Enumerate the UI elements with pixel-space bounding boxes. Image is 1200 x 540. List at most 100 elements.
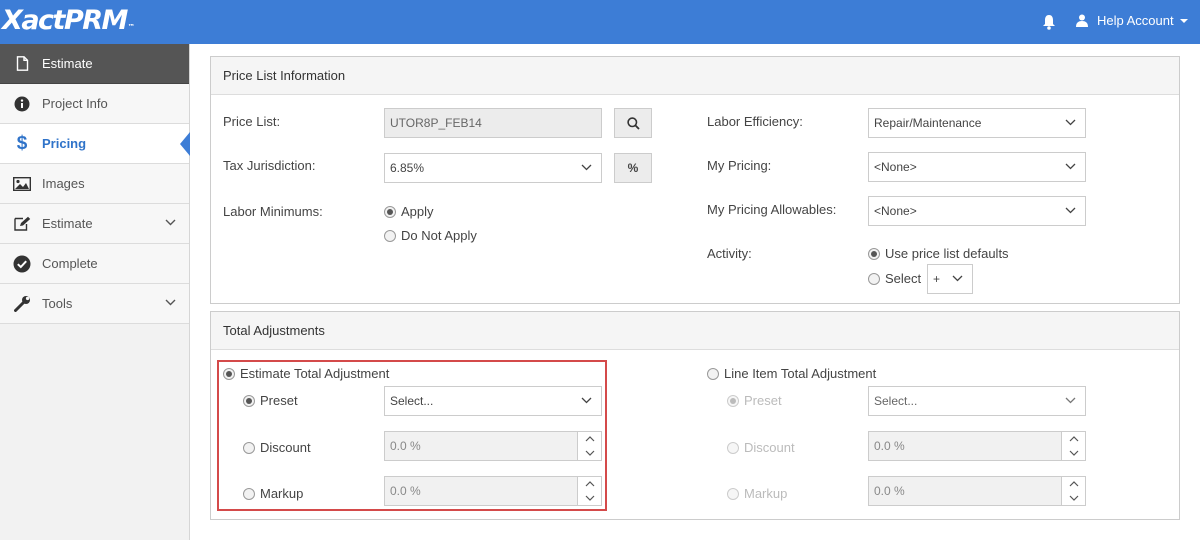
activity-select-dropdown[interactable]: + (927, 264, 973, 294)
price-list-value: UTOR8P_FEB14 (390, 116, 482, 130)
chevron-down-icon (952, 275, 963, 282)
tax-jurisdiction-label: Tax Jurisdiction: (223, 158, 316, 173)
my-pricing-allowables-label: My Pricing Allowables: (707, 202, 837, 217)
tax-jurisdiction-select[interactable]: 6.85% (384, 153, 602, 183)
radio-label: Preset (260, 393, 298, 408)
wrench-icon (13, 295, 31, 313)
account-menu[interactable]: Help Account (1076, 13, 1188, 28)
search-icon (626, 116, 640, 130)
top-bar: XactPRM™ Help Account (0, 0, 1200, 44)
info-icon (13, 95, 31, 113)
my-pricing-allowables-select[interactable]: <None> (868, 196, 1086, 226)
radio-unselected-icon (727, 441, 739, 454)
user-icon (1076, 14, 1088, 27)
chevron-down-icon (1065, 163, 1076, 170)
estimate-discount-value: 0.0 % (390, 439, 421, 453)
chevron-up-icon[interactable] (1069, 436, 1079, 442)
app-logo[interactable]: XactPRM™ (2, 5, 135, 36)
radio-unselected-icon (384, 229, 396, 242)
image-icon (13, 175, 31, 193)
radio-selected-icon (243, 394, 255, 407)
panel-title: Total Adjustments (211, 312, 1179, 350)
markup-stepper[interactable] (577, 477, 601, 505)
radio-label: Estimate Total Adjustment (240, 366, 390, 381)
estimate-preset-radio[interactable]: Preset (243, 393, 298, 408)
activity-use-defaults-radio[interactable]: Use price list defaults (868, 246, 1009, 261)
estimate-markup-input[interactable]: 0.0 % (384, 476, 602, 506)
sidebar-item-label: Estimate (42, 216, 93, 231)
chevron-up-icon[interactable] (1069, 481, 1079, 487)
activity-label: Activity: (707, 246, 752, 261)
labor-efficiency-select[interactable]: Repair/Maintenance (868, 108, 1086, 138)
labor-efficiency-value: Repair/Maintenance (874, 116, 982, 130)
labor-minimums-apply-radio[interactable]: Apply (384, 204, 434, 219)
radio-label: Line Item Total Adjustment (724, 366, 877, 381)
sidebar-item-label: Complete (42, 256, 98, 271)
chevron-down-icon[interactable] (585, 495, 595, 501)
activity-select-radio[interactable]: Select (868, 271, 921, 286)
estimate-preset-select[interactable]: Select... (384, 386, 602, 416)
radio-selected-icon (223, 367, 235, 380)
my-pricing-label: My Pricing: (707, 158, 772, 173)
line-item-total-adjustment-radio[interactable]: Line Item Total Adjustment (707, 366, 876, 381)
sidebar-item-images[interactable]: Images (0, 164, 189, 204)
line-item-preset-select[interactable]: Select... (868, 386, 1086, 416)
chevron-up-icon[interactable] (585, 481, 595, 487)
radio-label: Apply (401, 204, 434, 219)
tax-percent-button[interactable]: % (614, 153, 652, 183)
check-circle-icon (13, 255, 31, 273)
line-item-preset-radio[interactable]: Preset (727, 393, 782, 408)
sidebar-item-pricing[interactable]: $ Pricing (0, 124, 190, 164)
document-icon (13, 55, 31, 73)
radio-selected-icon (384, 205, 396, 218)
line-item-discount-input[interactable]: 0.0 % (868, 431, 1086, 461)
chevron-down-icon (165, 299, 176, 306)
sidebar-header-estimate[interactable]: Estimate (0, 44, 189, 84)
estimate-total-adjustment-radio[interactable]: Estimate Total Adjustment (223, 366, 389, 381)
chevron-down-icon[interactable] (1069, 450, 1079, 456)
line-item-markup-value: 0.0 % (874, 484, 905, 498)
active-indicator (180, 132, 190, 156)
estimate-markup-radio[interactable]: Markup (243, 486, 303, 501)
sidebar-item-project-info[interactable]: Project Info (0, 84, 189, 124)
bell-icon[interactable] (1042, 14, 1056, 30)
markup-stepper[interactable] (1061, 477, 1085, 505)
price-list-search-button[interactable] (614, 108, 652, 138)
sidebar-item-tools[interactable]: Tools (0, 284, 189, 324)
radio-unselected-icon (727, 487, 739, 500)
sidebar-item-complete[interactable]: Complete (0, 244, 189, 284)
radio-unselected-icon (243, 487, 255, 500)
price-list-field[interactable]: UTOR8P_FEB14 (384, 108, 602, 138)
estimate-discount-input[interactable]: 0.0 % (384, 431, 602, 461)
chevron-down-icon[interactable] (1069, 495, 1079, 501)
radio-label: Discount (744, 440, 795, 455)
line-item-discount-value: 0.0 % (874, 439, 905, 453)
sidebar-item-label: Tools (42, 296, 73, 311)
line-item-markup-radio[interactable]: Markup (727, 486, 787, 501)
labor-efficiency-label: Labor Efficiency: (707, 114, 803, 129)
chevron-down-icon[interactable] (585, 450, 595, 456)
discount-stepper[interactable] (577, 432, 601, 460)
labor-minimums-do-not-apply-radio[interactable]: Do Not Apply (384, 228, 477, 243)
radio-label: Use price list defaults (885, 246, 1009, 261)
radio-label: Markup (260, 486, 304, 501)
discount-stepper[interactable] (1061, 432, 1085, 460)
line-item-markup-input[interactable]: 0.0 % (868, 476, 1086, 506)
price-list-label: Price List: (223, 114, 281, 129)
estimate-markup-value: 0.0 % (390, 484, 421, 498)
radio-label: Preset (744, 393, 782, 408)
radio-unselected-icon (868, 272, 880, 285)
sidebar-item-label: Images (42, 176, 85, 191)
radio-label: Do Not Apply (401, 228, 477, 243)
my-pricing-select[interactable]: <None> (868, 152, 1086, 182)
line-item-discount-radio[interactable]: Discount (727, 440, 795, 455)
account-label: Help Account (1097, 13, 1174, 28)
edit-icon (13, 215, 31, 233)
sidebar-item-estimate[interactable]: Estimate (0, 204, 189, 244)
chevron-down-icon (165, 219, 176, 226)
labor-minimums-label: Labor Minimums: (223, 204, 323, 219)
chevron-up-icon[interactable] (585, 436, 595, 442)
estimate-discount-radio[interactable]: Discount (243, 440, 311, 455)
radio-label: Select (885, 271, 922, 286)
sidebar-item-label: Project Info (42, 96, 108, 111)
